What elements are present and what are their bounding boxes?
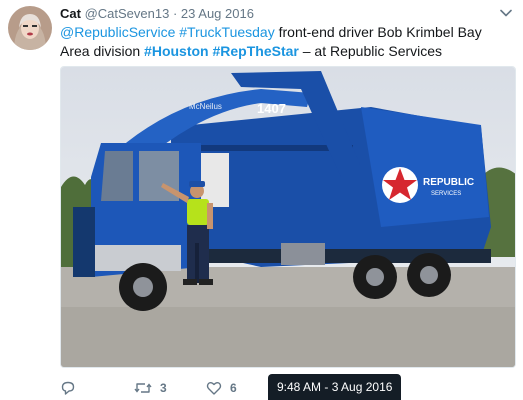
logo-text-services: SERVICES [431,191,461,197]
republic-star-logo [382,167,418,203]
retweet-icon [134,380,152,396]
timestamp-tooltip: 9:48 AM - 3 Aug 2016 [268,374,402,400]
hashtag-rep-the-star[interactable]: #RepTheStar [213,43,299,59]
user-handle[interactable]: @CatSeven13 [85,6,170,21]
tweet-date[interactable]: 23 Aug 2016 [181,6,254,21]
hashtag-houston[interactable]: #Houston [144,43,209,59]
like-button[interactable]: 6 [206,378,237,398]
hashtag-truck-tuesday[interactable]: #TruckTuesday [179,24,274,40]
chevron-down-icon[interactable] [499,6,513,20]
truck-brand: McNeilus [189,102,222,111]
location-text[interactable]: – at Republic Services [299,43,442,59]
logo-text-republic: REPUBLIC [423,177,474,188]
display-name[interactable]: Cat [60,6,81,21]
reply-button[interactable] [60,378,76,398]
truck-number: 1407 [257,101,286,116]
like-count: 6 [230,381,237,395]
reply-icon [60,380,76,396]
tweet-header: Cat @CatSeven13 · 23 Aug 2016 [60,6,254,22]
tweet-text: @RepublicService #TruckTuesday front-end… [60,23,510,61]
mention-link[interactable]: @RepublicService [60,24,175,40]
retweet-count: 3 [160,381,167,395]
heart-icon [206,380,222,396]
retweet-button[interactable]: 3 [134,378,167,398]
separator: · [172,6,178,21]
tweet-photo[interactable]: 1407 McNeilus REPUBLIC SERVICES [60,66,516,368]
avatar[interactable] [8,6,52,50]
